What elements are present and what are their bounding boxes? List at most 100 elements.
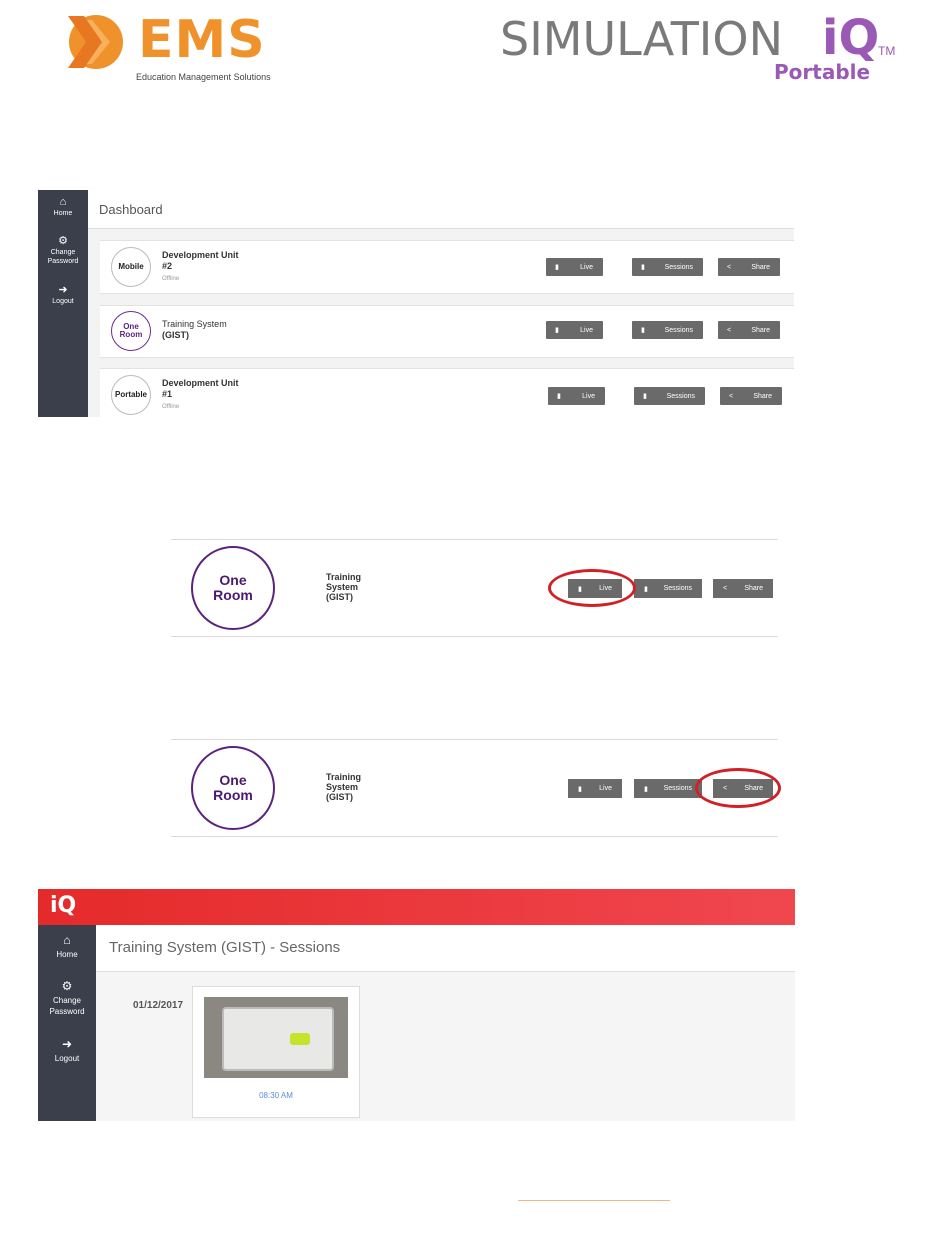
device-name-line: Training xyxy=(326,772,362,782)
file-icon: ▮ xyxy=(643,393,647,400)
top-bar: iQ xyxy=(38,889,795,925)
sessions-button-label: Sessions xyxy=(664,326,693,334)
device-row-zoom-live: One Room Training System (GIST) ▮ Live ▮ Se… xyxy=(171,539,778,637)
sidebar-label-line: Change xyxy=(52,996,82,1005)
device-name-line: System xyxy=(326,582,359,592)
device-name-line: (GIST) xyxy=(326,592,353,602)
sessions-button[interactable]: ▮ Sessions xyxy=(634,387,705,405)
sidebar-item-home[interactable]: ⌂ Home xyxy=(38,196,88,218)
live-button-label: Live xyxy=(599,785,612,792)
avatar: Portable xyxy=(111,375,151,415)
file-icon: ▮ xyxy=(641,264,645,271)
simulation-wordmark: SIMULATION xyxy=(500,12,783,66)
sidebar-item-label: Logout xyxy=(52,298,74,305)
share-button[interactable]: < Share xyxy=(713,579,773,598)
share-icon: < xyxy=(727,326,732,334)
sessions-button[interactable]: ▮ Sessions xyxy=(632,321,703,339)
patient-image xyxy=(290,1033,310,1045)
bed-image xyxy=(222,1007,334,1071)
device-name-line: Development Unit xyxy=(162,250,239,260)
session-time-link[interactable]: 08:30 AM xyxy=(193,1091,359,1100)
device-name-line: Training System xyxy=(162,319,227,329)
logout-icon: ➜ xyxy=(61,1037,73,1051)
session-card[interactable]: 08:30 AM xyxy=(192,986,360,1118)
trademark-mark: TM xyxy=(878,44,896,58)
home-icon: ⌂ xyxy=(59,196,67,208)
device-name-line: (GIST) xyxy=(326,792,353,802)
ems-logo: EMS Education Management Solutions xyxy=(66,10,276,86)
avatar: One Room xyxy=(111,311,151,351)
file-icon: ▮ xyxy=(557,393,561,400)
page-header: Training System (GIST) - Sessions xyxy=(96,925,795,972)
sidebar: ⌂ Home ⚙ Change Password ➜ Logout xyxy=(38,190,88,417)
gear-icon: ⚙ xyxy=(61,979,73,993)
highlight-circle xyxy=(695,768,781,808)
share-button[interactable]: < Share xyxy=(718,321,780,339)
live-button-label: Live xyxy=(580,263,593,271)
live-button[interactable]: ▮ Live xyxy=(548,387,605,405)
avatar-line: Room xyxy=(119,330,143,339)
device-name-line: System xyxy=(326,782,359,792)
device-row: Mobile Development Unit #2 Offline ▮ Live… xyxy=(100,240,794,294)
avatar-line: One xyxy=(219,772,247,788)
live-button[interactable]: ▮ Live xyxy=(546,258,603,276)
device-row: Portable Development Unit #1 Offline ▮ Li… xyxy=(100,368,794,417)
ems-wordmark: EMS xyxy=(138,10,266,70)
device-status: Offline xyxy=(162,276,180,282)
sessions-button[interactable]: ▮ Sessions xyxy=(634,579,702,598)
share-button[interactable]: < Share xyxy=(720,387,782,405)
sidebar-item-label: Change Password xyxy=(49,996,84,1016)
file-icon: ▮ xyxy=(578,785,582,793)
sidebar-item-home[interactable]: ⌂ Home xyxy=(38,933,96,960)
avatar-line: Room xyxy=(213,587,253,603)
iq-logo: iQ xyxy=(50,893,77,918)
share-button-label: Share xyxy=(751,326,770,334)
share-button-label: Share xyxy=(753,392,772,400)
file-icon: ▮ xyxy=(644,785,648,793)
sidebar-item-change-password[interactable]: ⚙ Change Password xyxy=(38,235,88,266)
live-button[interactable]: ▮ Live xyxy=(546,321,603,339)
device-name-line: #1 xyxy=(162,389,173,399)
simulation-iq-logo: SIMULATION iQ TM Portable xyxy=(500,10,900,92)
sessions-button-label: Sessions xyxy=(663,585,692,592)
device-name: Development Unit #1 xyxy=(162,378,239,400)
file-icon: ▮ xyxy=(555,264,559,271)
session-thumbnail[interactable] xyxy=(204,997,348,1078)
device-name-line: #2 xyxy=(162,261,173,271)
device-name-line: Training xyxy=(326,572,362,582)
file-icon: ▮ xyxy=(644,585,648,593)
sidebar-item-logout[interactable]: ➜ Logout xyxy=(38,285,88,306)
page-title: Dashboard xyxy=(99,202,163,217)
sessions-button[interactable]: ▮ Sessions xyxy=(632,258,703,276)
avatar-line: One xyxy=(219,572,247,588)
session-date: 01/12/2017 xyxy=(133,1000,184,1011)
sidebar-item-change-password[interactable]: ⚙ Change Password xyxy=(38,979,96,1017)
sidebar-item-logout[interactable]: ➜ Logout xyxy=(38,1037,96,1064)
sessions-button[interactable]: ▮ Sessions xyxy=(634,779,702,798)
live-button-label: Live xyxy=(582,392,595,400)
ems-tagline: Education Management Solutions xyxy=(136,72,271,82)
device-name: Training System (GIST) xyxy=(326,572,361,602)
device-name: Training System (GIST) xyxy=(162,319,227,341)
sidebar-item-label: Home xyxy=(56,950,78,959)
sessions-button-label: Sessions xyxy=(666,392,695,400)
iq-wordmark: iQ xyxy=(822,10,880,66)
portable-label: Portable xyxy=(774,60,871,84)
share-button-label: Share xyxy=(744,585,763,592)
sidebar: ⌂ Home ⚙ Change Password ➜ Logout xyxy=(38,925,96,1121)
sidebar-item-label: Home xyxy=(53,210,73,217)
file-icon: ▮ xyxy=(641,327,645,334)
gear-icon: ⚙ xyxy=(58,235,68,247)
sessions-button-label: Sessions xyxy=(664,263,693,271)
share-icon: < xyxy=(729,392,734,400)
ems-chevron-icon xyxy=(68,15,123,69)
avatar: Mobile xyxy=(111,247,151,287)
live-button[interactable]: ▮ Live xyxy=(568,779,622,798)
highlight-circle xyxy=(548,569,636,607)
sessions-button-label: Sessions xyxy=(663,785,692,792)
share-button[interactable]: < Share xyxy=(718,258,780,276)
share-icon: < xyxy=(723,585,728,592)
device-row-zoom-share: One Room Training System (GIST) ▮ Live ▮ Se… xyxy=(171,739,781,837)
home-icon: ⌂ xyxy=(63,933,71,947)
device-row: One Room Training System (GIST) ▮ Live ▮ Se… xyxy=(100,305,794,358)
